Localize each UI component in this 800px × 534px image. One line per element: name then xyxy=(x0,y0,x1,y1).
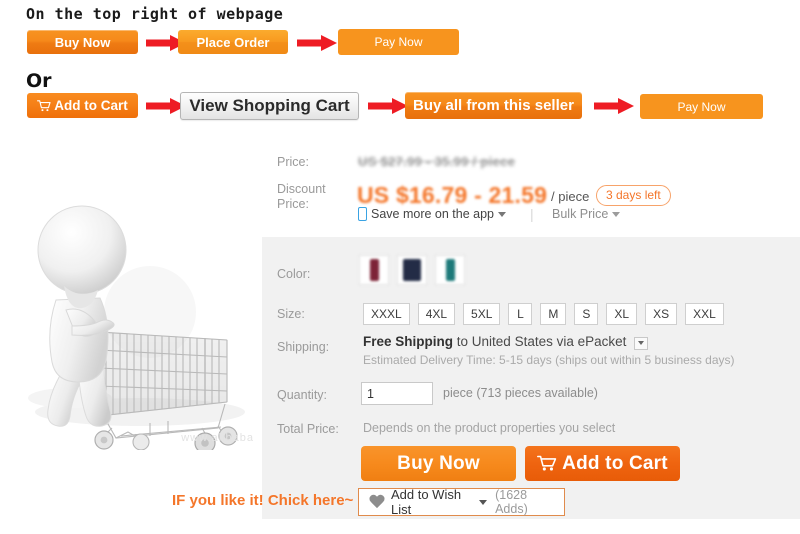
add-to-cart-button-label: Add to Cart xyxy=(562,452,668,474)
shipping-estimate: Estimated Delivery Time: 5-15 days (ship… xyxy=(363,352,735,367)
chevron-down-icon xyxy=(498,211,506,217)
size-option[interactable]: M xyxy=(540,303,567,325)
image-watermark: www.alibaba xyxy=(181,432,254,444)
size-option[interactable]: XXL xyxy=(685,303,724,325)
size-label: Size: xyxy=(277,307,305,321)
shopping-cart-icon xyxy=(537,455,557,471)
color-label: Color: xyxy=(277,267,311,281)
free-shipping-text: Free Shipping xyxy=(363,334,454,349)
bulk-price-label: Bulk Price xyxy=(552,207,609,221)
total-price-note: Depends on the product properties you se… xyxy=(363,421,616,435)
buy-now-button-label: Buy Now xyxy=(397,452,480,474)
color-swatch[interactable] xyxy=(435,255,465,285)
flow-button-buy-all-from-seller-label: Buy all from this seller xyxy=(413,97,574,114)
flow-button-pay-now-top[interactable]: Pay Now xyxy=(338,29,459,55)
bulk-price-link[interactable]: Bulk Price xyxy=(552,207,621,221)
size-option-list: XXXL 4XL 5XL L M S XL XS XXL xyxy=(363,303,724,325)
size-option[interactable]: S xyxy=(574,303,599,325)
discount-price-value: US $16.79 - 21.59 xyxy=(357,182,548,208)
shopping-cart-icon xyxy=(37,99,51,111)
right-arrow-icon xyxy=(594,98,634,114)
product-image: www.alibaba xyxy=(0,140,262,454)
wish-list-count: (1628 Adds) xyxy=(495,488,528,516)
flow-button-buy-now-label: Buy Now xyxy=(54,34,111,50)
quantity-availability-note: piece (713 pieces available) xyxy=(443,386,598,400)
instruction-heading-or: Or xyxy=(26,70,52,92)
heart-icon xyxy=(369,495,383,510)
size-option[interactable]: XXXL xyxy=(363,303,410,325)
size-option[interactable]: XL xyxy=(606,303,638,325)
add-to-cart-button[interactable]: Add to Cart xyxy=(525,446,680,481)
right-arrow-icon xyxy=(368,98,408,114)
buy-now-button[interactable]: Buy Now xyxy=(361,446,516,481)
flow-button-pay-now-top-label: Pay Now xyxy=(374,35,423,49)
flow-button-buy-all-from-seller[interactable]: Buy all from this seller xyxy=(405,92,582,119)
select-dropdown-icon[interactable] xyxy=(634,336,649,350)
flow-button-add-to-cart[interactable]: Add to Cart xyxy=(27,93,138,118)
shipping-label: Shipping: xyxy=(277,340,330,354)
wishlist-callout: IF you like it! Chick here~ xyxy=(172,492,354,509)
divider: | xyxy=(530,206,534,222)
shipping-destination: to United States via ePacket xyxy=(456,334,627,349)
save-on-app-link[interactable]: Save more on the app xyxy=(358,207,506,221)
flow-button-view-shopping-cart[interactable]: View Shopping Cart xyxy=(180,92,359,120)
add-to-wish-list-label: Add to Wish List xyxy=(390,487,462,517)
flow-button-pay-now-bottom-label: Pay Now xyxy=(677,99,726,114)
color-swatch-list xyxy=(359,255,465,285)
shipping-main-line: Free Shipping to United States via ePack… xyxy=(363,334,783,350)
quantity-label: Quantity: xyxy=(277,388,328,402)
discount-price-label-line1: Discount xyxy=(277,182,326,196)
chevron-down-icon xyxy=(612,211,621,217)
flow-button-buy-now[interactable]: Buy Now xyxy=(27,30,138,54)
add-to-wish-list-button[interactable]: Add to Wish List (1628 Adds) xyxy=(358,487,565,517)
shipping-info: Free Shipping to United States via ePack… xyxy=(363,334,783,367)
mobile-phone-icon xyxy=(358,207,367,221)
quantity-input[interactable] xyxy=(361,382,433,405)
save-on-app-label: Save more on the app xyxy=(371,207,494,221)
size-option[interactable]: 5XL xyxy=(463,303,501,325)
right-arrow-icon xyxy=(297,35,337,51)
color-swatch[interactable] xyxy=(397,255,427,285)
size-option[interactable]: 4XL xyxy=(417,303,456,325)
size-option[interactable]: L xyxy=(508,303,533,325)
total-price-label: Total Price: xyxy=(277,422,339,436)
price-label: Price: xyxy=(277,155,309,169)
days-left-badge: 3 days left xyxy=(596,185,671,206)
size-option[interactable]: XS xyxy=(645,303,678,325)
chevron-down-icon xyxy=(479,499,488,505)
price-unit: / piece xyxy=(551,189,590,204)
flow-button-place-order[interactable]: Place Order xyxy=(178,30,288,54)
flow-button-view-shopping-cart-label: View Shopping Cart xyxy=(189,96,350,115)
discount-price-label-line2: Price: xyxy=(277,197,309,211)
original-price: US $27.99 - 35.99 / piece xyxy=(358,154,516,169)
flow-button-place-order-label: Place Order xyxy=(196,34,270,50)
color-swatch[interactable] xyxy=(359,255,389,285)
discount-price-label: Discount Price: xyxy=(277,182,347,212)
flow-button-add-to-cart-label: Add to Cart xyxy=(54,97,128,113)
flow-button-pay-now-bottom[interactable]: Pay Now xyxy=(640,94,763,119)
instruction-heading-top: On the top right of webpage xyxy=(26,5,284,23)
